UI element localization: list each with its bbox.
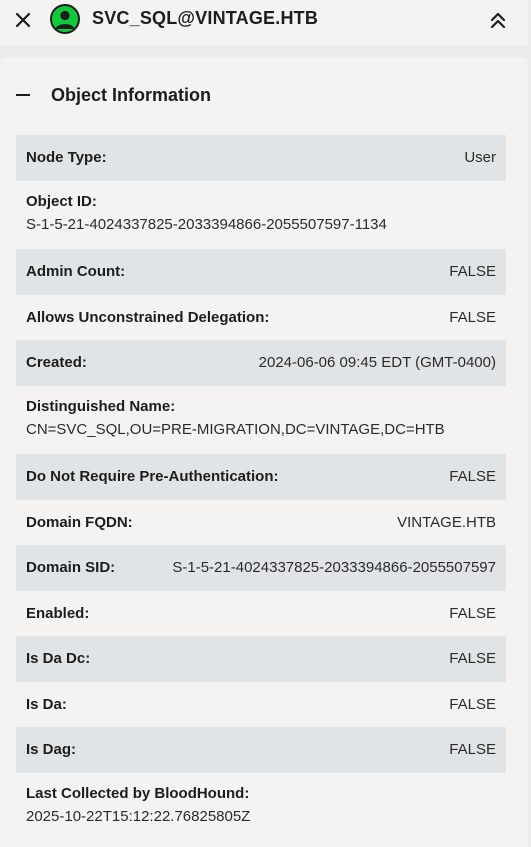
property-list: Node Type: User Object ID: S-1-5-21-4024…	[16, 135, 506, 841]
property-label: Allows Unconstrained Delegation:	[26, 308, 270, 326]
property-value: VINTAGE.HTB	[397, 513, 496, 531]
property-value: 2024-06-06 09:45 EDT (GMT-0400)	[258, 354, 496, 372]
property-value: FALSE	[449, 604, 496, 622]
node-header: SVC_SQL@VINTAGE.HTB	[0, 0, 528, 46]
property-label: Last Collected by BloodHound:	[26, 784, 250, 802]
property-label: Domain FQDN:	[26, 513, 133, 531]
minus-icon	[16, 94, 30, 96]
property-label: Enabled:	[26, 604, 90, 622]
property-row-created: Created: 2024-06-06 09:45 EDT (GMT-0400)	[16, 340, 506, 386]
property-row-admin-count: Admin Count: FALSE	[16, 249, 506, 295]
property-row-domain-fqdn: Domain FQDN: VINTAGE.HTB	[16, 500, 506, 546]
property-label: Created:	[26, 354, 87, 372]
property-label: Domain SID:	[26, 559, 116, 577]
property-row-is-dag: Is Dag: FALSE	[16, 727, 506, 773]
property-value: FALSE	[449, 741, 496, 759]
object-information-toggle[interactable]: Object Information	[0, 57, 528, 133]
object-information-panel: Object Information Node Type: User Objec…	[0, 57, 528, 847]
property-value: 2025-10-22T15:12:22.76825805Z	[26, 807, 251, 825]
property-value: S-1-5-21-4024337825-2033394866-205550759…	[172, 559, 496, 577]
property-row-last-collected: Last Collected by BloodHound: 2025-10-22…	[16, 773, 506, 842]
property-row-enabled: Enabled: FALSE	[16, 591, 506, 637]
property-label: Is Da:	[26, 695, 67, 713]
property-value: FALSE	[449, 263, 496, 281]
property-label: Object ID:	[26, 192, 97, 210]
property-row-domain-sid: Domain SID: S-1-5-21-4024337825-20333948…	[16, 545, 506, 591]
property-label: Admin Count:	[26, 263, 126, 281]
user-icon	[50, 4, 80, 34]
property-label: Distinguished Name:	[26, 397, 176, 415]
section-title: Object Information	[51, 85, 212, 105]
property-label: Is Dag:	[26, 741, 77, 759]
property-row-no-preauth: Do Not Require Pre-Authentication: FALSE	[16, 454, 506, 500]
property-row-node-type: Node Type: User	[16, 135, 506, 181]
property-row-unconstrained-delegation: Allows Unconstrained Delegation: FALSE	[16, 295, 506, 341]
property-value: CN=SVC_SQL,OU=PRE-MIGRATION,DC=VINTAGE,D…	[26, 420, 445, 438]
property-value: FALSE	[449, 650, 496, 668]
property-row-is-da: Is Da: FALSE	[16, 682, 506, 728]
property-label: Is Da Dc:	[26, 650, 91, 668]
property-value: FALSE	[449, 308, 496, 326]
property-value: FALSE	[449, 468, 496, 486]
property-label: Node Type:	[26, 149, 107, 167]
property-value: User	[464, 149, 496, 167]
node-title: SVC_SQL@VINTAGE.HTB	[92, 8, 319, 28]
chevron-double-up-icon[interactable]	[488, 10, 508, 30]
property-value: S-1-5-21-4024337825-2033394866-205550759…	[26, 215, 387, 233]
property-row-distinguished-name: Distinguished Name: CN=SVC_SQL,OU=PRE-MI…	[16, 386, 506, 455]
close-icon[interactable]	[14, 11, 32, 29]
property-row-object-id: Object ID: S-1-5-21-4024337825-203339486…	[16, 181, 506, 250]
property-value: FALSE	[449, 695, 496, 713]
property-label: Do Not Require Pre-Authentication:	[26, 468, 279, 486]
property-row-is-da-dc: Is Da Dc: FALSE	[16, 636, 506, 682]
